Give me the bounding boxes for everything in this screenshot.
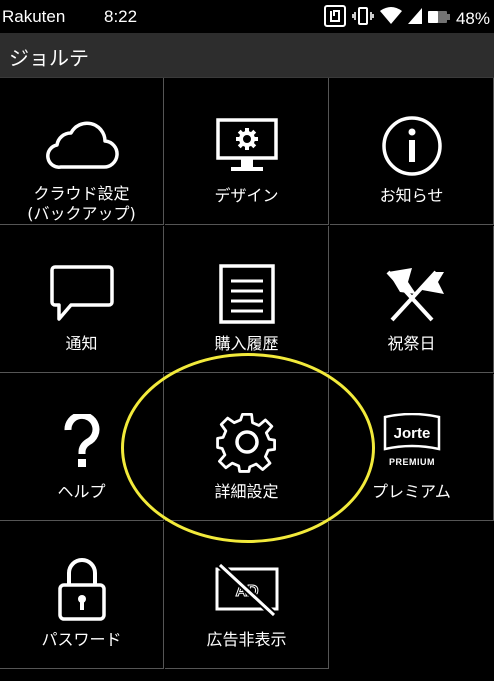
menu-item-notices[interactable]: お知らせ — [330, 78, 494, 225]
menu-item-advanced-settings[interactable]: 詳細設定 — [165, 374, 329, 521]
menu-item-hide-ads[interactable]: AD 広告非表示 — [165, 522, 329, 669]
menu-item-label: 通知 — [65, 334, 98, 353]
premium-brand: Jorte — [393, 425, 430, 442]
no-ads-icon: AD — [214, 558, 280, 622]
status-bar: Rakuten 8:22 48% — [0, 0, 494, 33]
carrier-name: Rakuten — [2, 7, 66, 26]
monitor-gear-icon — [215, 114, 279, 178]
menu-item-label: 購入履歴 — [214, 334, 279, 353]
menu-item-cloud-settings[interactable]: クラウド設定 (バックアップ) — [0, 78, 164, 225]
menu-item-premium[interactable]: Jorte PREMIUM プレミアム — [330, 374, 494, 521]
jorte-premium-icon: Jorte PREMIUM — [381, 410, 443, 474]
crossed-flags-icon — [378, 262, 446, 326]
menu-item-notifications[interactable]: 通知 — [0, 226, 164, 373]
wifi-icon — [379, 7, 402, 30]
battery-icon — [427, 9, 450, 29]
app-bar: ジョルテ — [0, 33, 494, 78]
question-icon — [62, 410, 102, 474]
menu-item-label: お知らせ — [379, 186, 444, 205]
gear-icon — [214, 410, 280, 474]
speech-bubble-icon — [49, 262, 115, 326]
status-time: 8:22 — [104, 7, 138, 26]
menu-item-password[interactable]: パスワード — [0, 522, 164, 669]
menu-item-label: 祝祭日 — [387, 334, 436, 353]
info-icon — [381, 114, 443, 178]
menu-item-label: ヘルプ — [57, 482, 106, 501]
status-icons: 48% — [323, 5, 490, 32]
menu-item-purchase-history[interactable]: 購入履歴 — [165, 226, 329, 373]
premium-badge-text: PREMIUM — [389, 457, 435, 467]
menu-item-help[interactable]: ヘルプ — [0, 374, 164, 521]
menu-item-design[interactable]: デザイン — [165, 78, 329, 225]
menu-item-label: パスワード — [41, 630, 122, 649]
signal-icon — [407, 8, 422, 29]
vibrate-icon — [352, 6, 374, 31]
menu-item-holidays[interactable]: 祝祭日 — [330, 226, 494, 373]
menu-grid: クラウド設定 (バックアップ) デザイン お知らせ 通知 購入履歴 祝祭日 ヘル… — [0, 78, 494, 681]
menu-item-label: 広告非表示 — [206, 630, 287, 649]
menu-item-label: 詳細設定 — [214, 482, 279, 501]
battery-percent: 48% — [455, 8, 490, 28]
menu-item-label: プレミアム — [372, 482, 451, 501]
menu-item-label: クラウド設定 (バックアップ) — [27, 184, 136, 223]
lock-icon — [57, 558, 107, 622]
app-title: ジョルテ — [9, 46, 89, 70]
menu-item-label: デザイン — [214, 186, 279, 205]
nfc-icon — [323, 5, 346, 32]
cloud-icon — [45, 114, 119, 176]
document-list-icon — [218, 262, 276, 326]
